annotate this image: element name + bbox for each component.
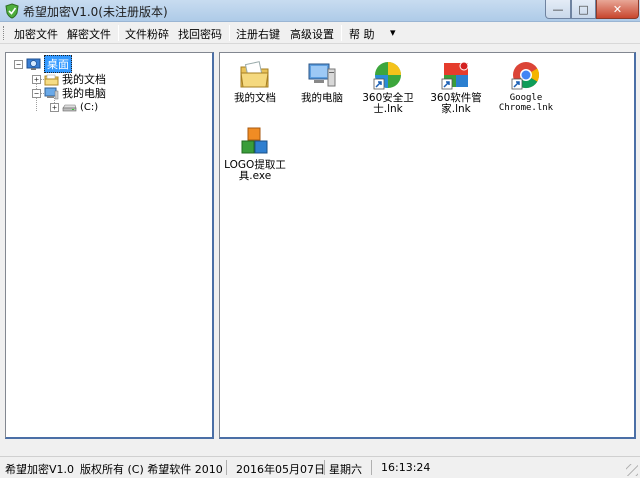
expand-icon[interactable]: + (50, 102, 59, 112)
menu-separator (118, 25, 119, 41)
menu-bar: 加密文件 解密文件 文件粉碎 找回密码 注册右键 高级设置 帮 助 ▾ (0, 22, 640, 44)
tree-node-label: 我的电脑 (62, 87, 106, 100)
status-separator (371, 460, 372, 475)
file-label: Google Chrome.lnk (498, 93, 554, 113)
toolbar-grip[interactable] (3, 26, 5, 40)
title-bar[interactable]: 希望加密V1.0(未注册版本) — □ ✕ (0, 0, 640, 22)
menu-separator (341, 25, 342, 41)
file-item-360-security[interactable]: 360安全卫士.lnk (352, 59, 424, 115)
menu-help[interactable]: 帮 助 (349, 26, 375, 42)
minimize-button[interactable]: — (545, 0, 571, 19)
file-item-google-chrome[interactable]: Google Chrome.lnk (490, 59, 562, 113)
resize-grip[interactable] (626, 464, 638, 476)
collapse-icon[interactable]: − (14, 59, 23, 69)
menu-recover-password[interactable]: 找回密码 (178, 26, 222, 42)
close-button[interactable]: ✕ (596, 0, 639, 19)
status-time: 16:13:24 (381, 461, 431, 474)
logo-tool-icon (241, 127, 268, 154)
tree-node-drive-c[interactable]: + (C:) (50, 100, 98, 114)
expand-icon[interactable]: + (32, 74, 41, 84)
360-security-icon (373, 62, 401, 90)
file-list[interactable]: 我的文档 我的电脑 360安全卫士.lnk 360软件管家.lnk Google… (219, 52, 636, 439)
desktop-icon (26, 58, 41, 70)
file-label: 我的电脑 (301, 92, 343, 104)
folder-icon (44, 74, 59, 85)
menu-advanced-settings[interactable]: 高级设置 (290, 26, 334, 42)
file-label: 360软件管家.lnk (430, 92, 482, 115)
status-weekday: 星期六 (329, 463, 362, 476)
tree-node-desktop[interactable]: − 桌面 (14, 55, 72, 73)
status-date: 2016年05月07日 (236, 463, 325, 476)
360-software-manager-icon (441, 61, 469, 90)
menu-decrypt-file[interactable]: 解密文件 (67, 26, 111, 42)
computer-icon (44, 87, 59, 99)
status-separator (226, 460, 227, 475)
maximize-button[interactable]: □ (571, 0, 596, 19)
tree-node-my-computer[interactable]: − 我的电脑 (32, 86, 106, 100)
menu-encrypt-file[interactable]: 加密文件 (14, 26, 58, 42)
computer-icon (308, 63, 336, 87)
menu-shred-file[interactable]: 文件粉碎 (125, 26, 169, 42)
file-item-my-documents[interactable]: 我的文档 (219, 59, 291, 104)
tree-node-label: (C:) (80, 101, 99, 113)
documents-folder-icon (240, 61, 269, 88)
status-app-name: 希望加密V1.0 (5, 463, 75, 476)
status-copyright: 版权所有 (C) 希望软件 2010 (80, 463, 223, 476)
file-item-logo-tool[interactable]: LOGO提取工具.exe (219, 126, 291, 182)
collapse-icon[interactable]: − (32, 88, 41, 98)
menu-separator (229, 25, 230, 41)
window-title: 希望加密V1.0(未注册版本) (23, 5, 168, 19)
status-separator (324, 460, 325, 475)
file-label: 360安全卫士.lnk (362, 92, 414, 115)
chevron-down-icon[interactable]: ▾ (390, 26, 396, 39)
file-label: 我的文档 (234, 92, 276, 104)
close-icon: ✕ (612, 2, 623, 16)
drive-icon (62, 104, 77, 111)
maximize-icon: □ (578, 2, 589, 16)
file-item-360-software-manager[interactable]: 360软件管家.lnk (420, 59, 492, 115)
folder-tree[interactable]: − 桌面 + 我的文档 − 我的电脑 + (C:) (5, 52, 214, 439)
file-label: LOGO提取工具.exe (224, 159, 286, 182)
chrome-icon (511, 62, 540, 90)
minimize-icon: — (552, 2, 564, 16)
shield-icon (5, 3, 19, 19)
tree-node-my-documents[interactable]: + 我的文档 (32, 72, 106, 86)
status-bar: 希望加密V1.0 版权所有 (C) 希望软件 2010 2016年05月07日 … (0, 456, 640, 478)
file-item-my-computer[interactable]: 我的电脑 (286, 59, 358, 104)
menu-register-context[interactable]: 注册右键 (236, 26, 280, 42)
